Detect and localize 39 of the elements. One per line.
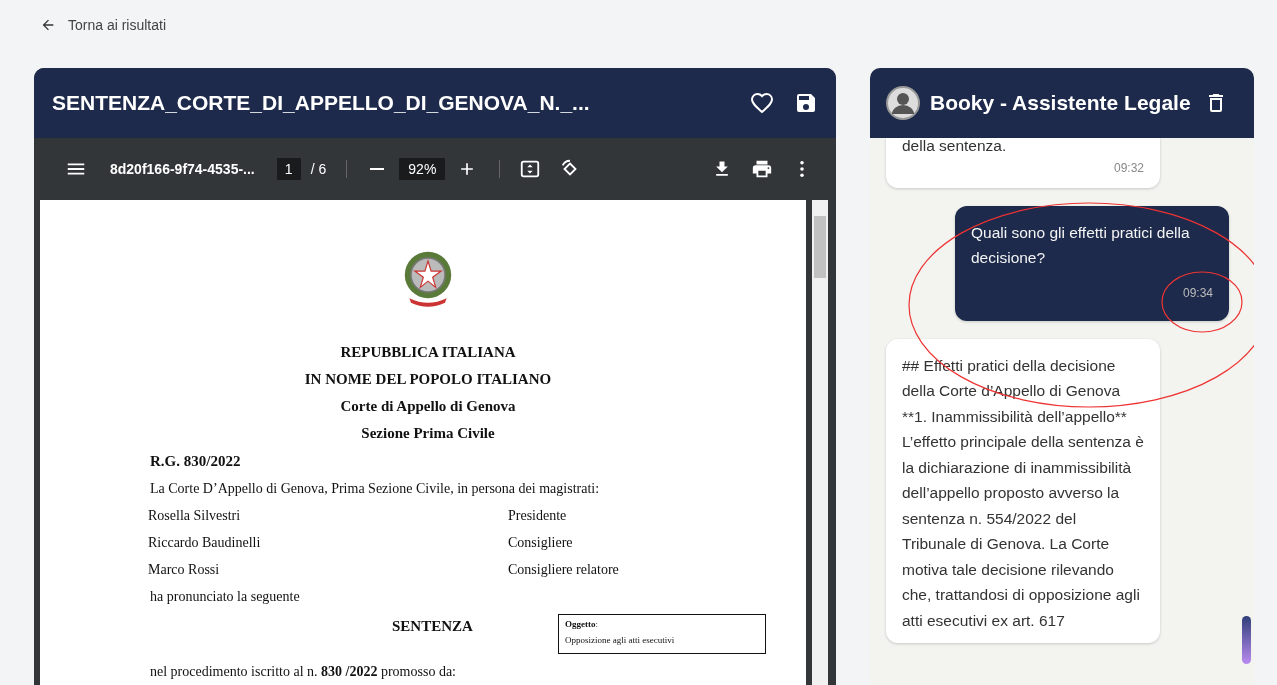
pronounced-text: ha pronunciato la seguente (150, 588, 301, 606)
scrollbar[interactable] (812, 200, 828, 685)
document-heading: IN NOME DEL POPOLO ITALIANO (303, 370, 553, 389)
page-count: / 6 (310, 161, 327, 177)
printer-icon (751, 158, 773, 180)
minus-icon (370, 168, 385, 170)
magistrate-role: Consigliere (508, 534, 573, 552)
magistrate-role: Presidente (508, 507, 567, 525)
document-heading: Sezione Prima Civile (360, 424, 496, 443)
subject-colon: : (595, 619, 598, 629)
magistrate-name: Riccardo Baudinelli (148, 534, 262, 552)
message-time: 09:34 (1181, 284, 1213, 302)
magistrate-name: Rosella Silvestri (148, 507, 242, 525)
magistrate-role: Consigliere relatore (508, 561, 619, 579)
more-vertical-icon (800, 161, 804, 177)
back-link[interactable]: Torna ai risultati (40, 17, 167, 33)
magistrate-name: Marco Rossi (148, 561, 221, 579)
save-button[interactable] (794, 91, 818, 115)
message-text: Quali sono gli effetti pratici della decisione? (971, 222, 1191, 268)
avatar-icon (886, 86, 920, 120)
message-time: 09:32 (1112, 159, 1144, 177)
document-heading: Corte di Appello di Genova (339, 397, 517, 416)
proceeding-text: nel procedimento iscritto al n. 830 /2022 promosso da: (150, 663, 457, 681)
file-name: 8d20f166-9f74-4535-... (110, 161, 255, 177)
fit-page-icon (519, 158, 542, 180)
page-input[interactable]: 1 (276, 158, 301, 180)
zoom-field[interactable]: 92% (399, 158, 446, 180)
case-number: R.G. 830/2022 (150, 452, 242, 471)
subject-label: Oggetto (565, 619, 596, 629)
court-intro: La Corte D’Appello di Genova, Prima Sezione Civile, in persona dei magistrati: (150, 480, 601, 498)
document-title: SENTENZA_CORTE_DI_APPELLO_DI_GENOVA_N._... (52, 91, 591, 115)
sentence-title: SENTENZA (392, 618, 474, 635)
subject-text: Opposizione agli atti esecutivi (565, 634, 676, 647)
favorite-button[interactable] (750, 91, 774, 115)
arrow-left-icon (40, 17, 56, 33)
chat-scrollbar-thumb[interactable] (1242, 616, 1251, 664)
message-text: della sentenza. (902, 138, 1008, 154)
chat-title: Booky - Assistente Legale (930, 91, 1192, 115)
document-heading: REPUBBLICA ITALIANA (339, 343, 517, 362)
